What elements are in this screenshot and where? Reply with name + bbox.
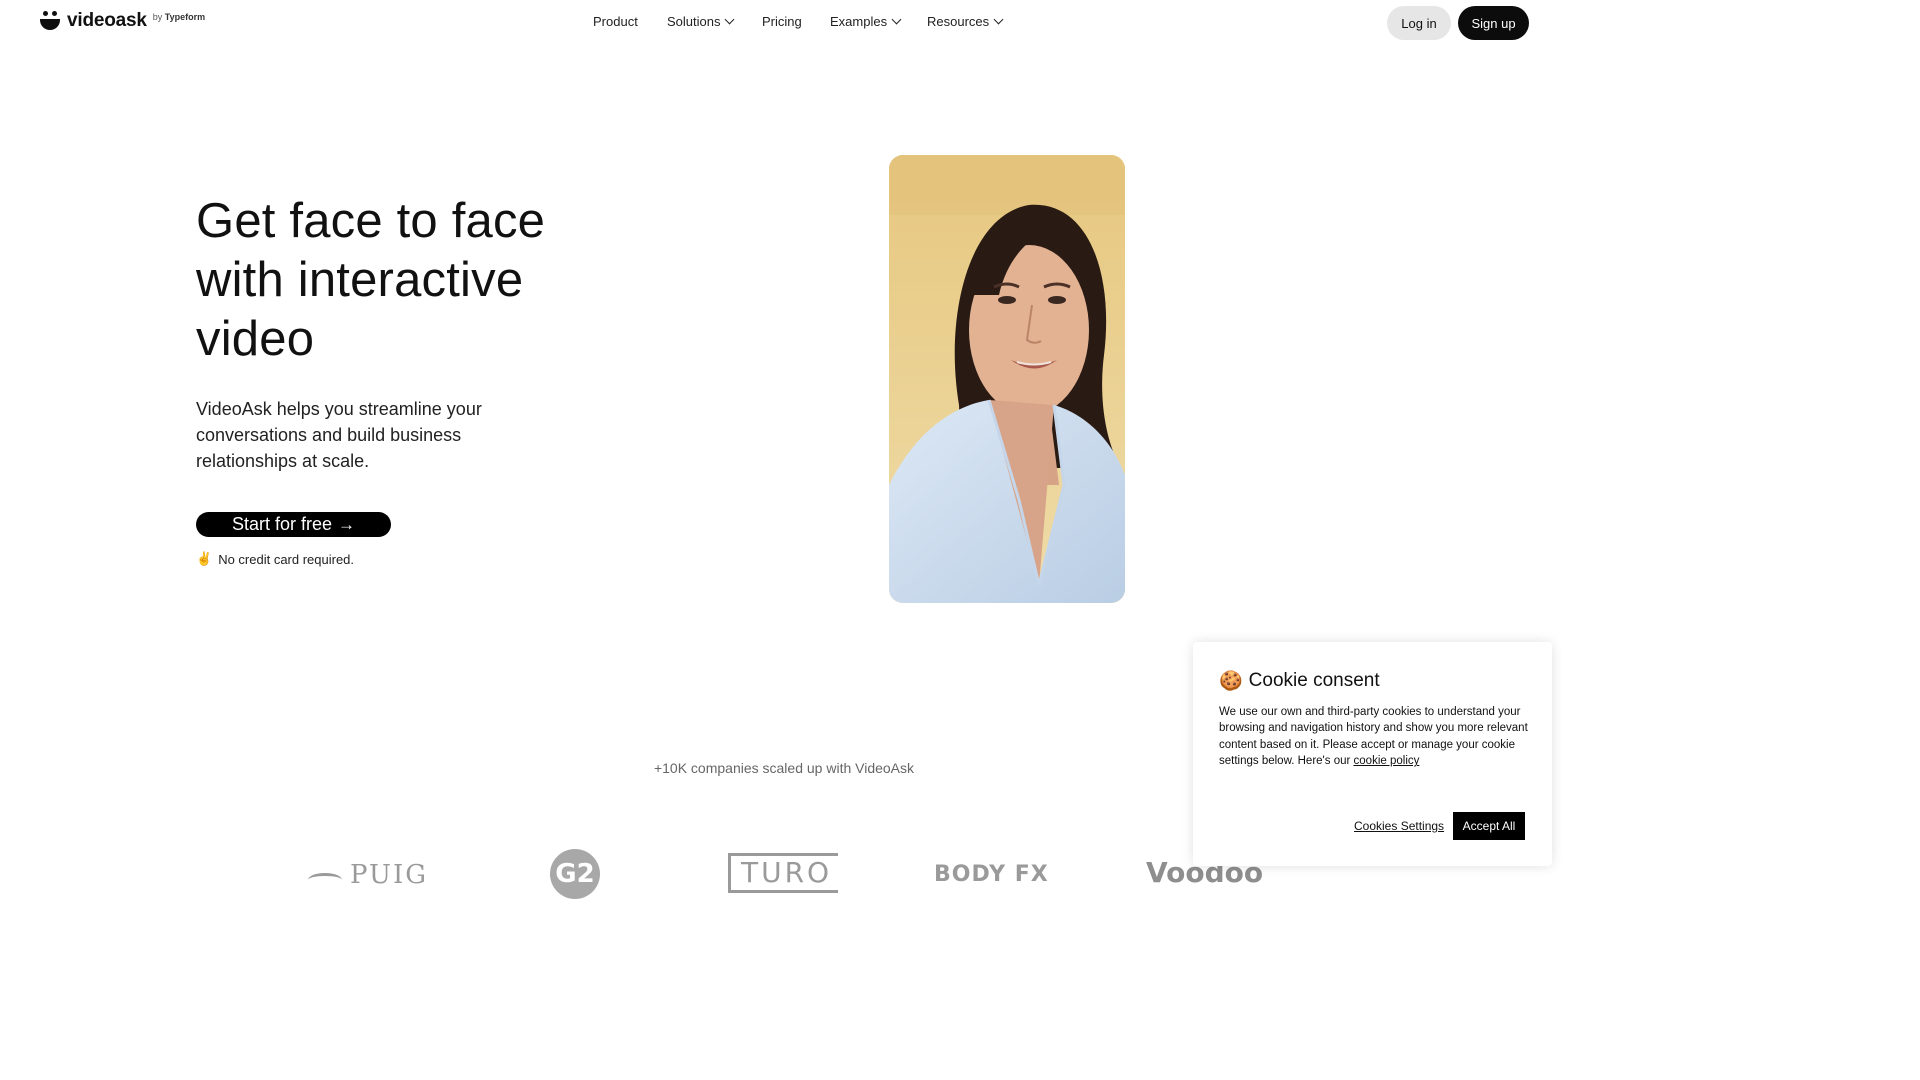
- victory-hand-icon: ✌️: [196, 551, 213, 566]
- video-frame-illustration: [889, 155, 1125, 603]
- nav-examples[interactable]: Examples: [830, 14, 902, 29]
- hero-video[interactable]: [889, 155, 1125, 603]
- signup-button[interactable]: Sign up: [1458, 6, 1529, 40]
- cookie-consent-dialog: 🍪 Cookie consent We use our own and thir…: [1193, 642, 1552, 866]
- chevron-down-icon: [891, 14, 902, 25]
- start-for-free-button[interactable]: Start for free →: [196, 512, 391, 537]
- puig-logo: PUIG: [308, 860, 428, 890]
- hero-title: Get face to face with interactive video: [196, 194, 546, 366]
- arrow-right-icon: →: [338, 514, 356, 534]
- cta-label: Start for free: [231, 514, 333, 534]
- turo-logo: TURO: [728, 853, 838, 893]
- cookie-title: 🍪 Cookie consent: [1219, 669, 1380, 693]
- logo-wordmark: videoask: [67, 10, 147, 31]
- videoask-logo[interactable]: videoask by Typeform: [40, 10, 205, 32]
- no-credit-card-note: ✌️ No credit card required.: [196, 551, 354, 567]
- smile-logo-icon: [40, 10, 60, 32]
- nav-solutions[interactable]: Solutions: [667, 14, 735, 29]
- cookie-policy-link[interactable]: cookie policy: [1354, 755, 1420, 767]
- cookies-settings-button[interactable]: Cookies Settings: [1354, 819, 1444, 833]
- note-text: No credit card required.: [218, 551, 355, 567]
- nav-resources[interactable]: Resources: [927, 14, 1004, 29]
- login-button[interactable]: Log in: [1387, 6, 1451, 40]
- site-header: videoask by Typeform Product Solutions P…: [0, 0, 1568, 46]
- nav-pricing[interactable]: Pricing: [762, 14, 802, 29]
- cookie-icon: 🍪: [1219, 671, 1243, 692]
- g2-logo: G2: [550, 849, 600, 899]
- cookie-title-text: Cookie consent: [1248, 670, 1380, 691]
- hero-subtitle: VideoAsk helps you streamline your conve…: [196, 399, 482, 471]
- chevron-down-icon: [993, 14, 1004, 25]
- chevron-down-icon: [725, 14, 735, 25]
- logo-by-typeform: by Typeform: [152, 12, 206, 22]
- accept-all-button[interactable]: Accept All: [1453, 812, 1525, 840]
- nav-product[interactable]: Product: [593, 14, 638, 29]
- cookie-text: We use our own and third-party cookies t…: [1219, 706, 1528, 768]
- bodyfx-logo: BODY FX: [934, 862, 1049, 887]
